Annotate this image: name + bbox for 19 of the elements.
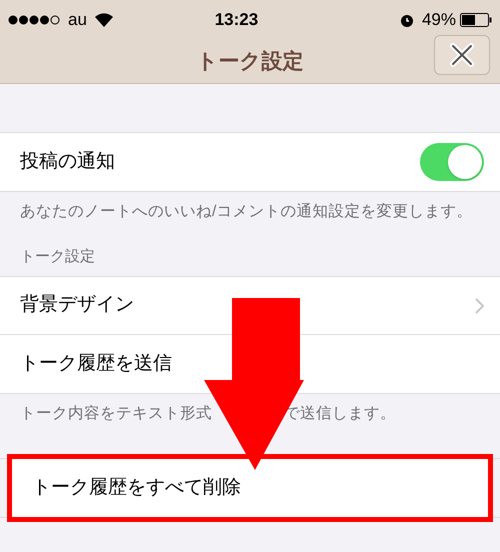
clock-time: 13:23 bbox=[214, 9, 260, 32]
row-label: 背景デザイン bbox=[19, 293, 135, 318]
toggle-switch[interactable] bbox=[420, 143, 484, 181]
alarm-icon bbox=[400, 13, 414, 27]
row-label: トーク履歴を送信 bbox=[19, 352, 173, 376]
row-label: 投稿の通知 bbox=[19, 150, 116, 174]
battery-icon bbox=[460, 13, 492, 27]
carrier-label: au bbox=[68, 9, 87, 32]
section-header: トーク設定 bbox=[20, 246, 95, 266]
footer-note: トーク内容をテキスト形式 bbox=[20, 404, 212, 424]
close-icon bbox=[450, 43, 474, 67]
close-button[interactable] bbox=[434, 35, 490, 75]
wifi-icon bbox=[94, 13, 113, 27]
signal-icon bbox=[8, 15, 60, 25]
chevron-icon bbox=[474, 298, 484, 314]
row-label: トーク履歴をすべて削除 bbox=[31, 476, 242, 500]
footer-note: あなたのノートへのいいね/コメントの通知設定を変更します。 bbox=[20, 202, 472, 222]
nav-title: トーク設定 bbox=[196, 48, 304, 75]
battery-percent: 49% bbox=[422, 9, 456, 32]
